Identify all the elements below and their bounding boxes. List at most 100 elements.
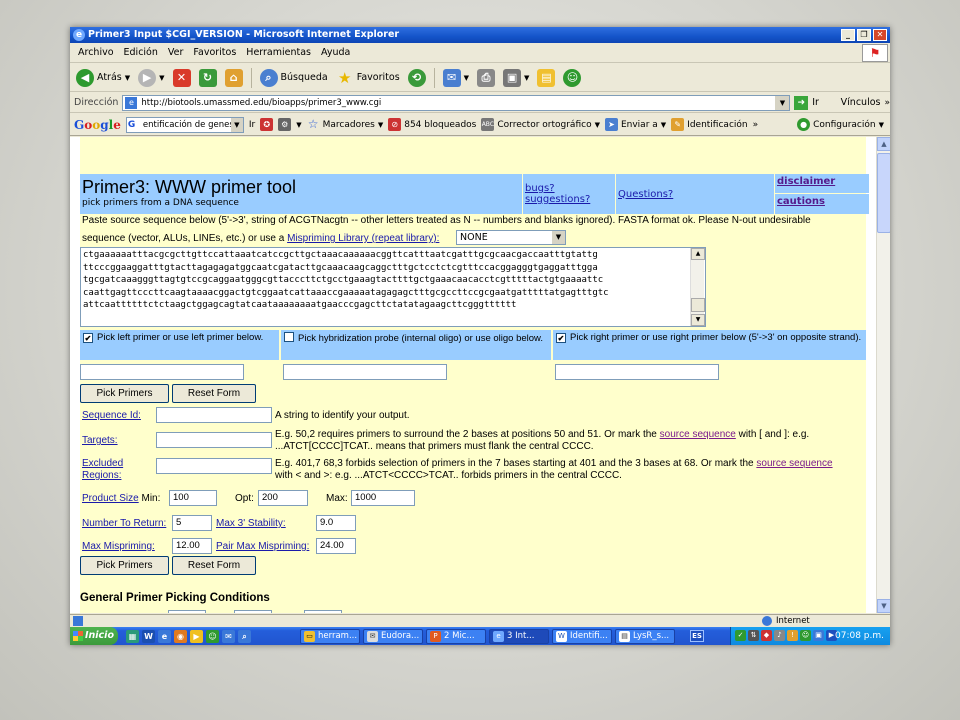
search-button[interactable]: ⌕ Búsqueda <box>258 66 330 90</box>
task-ie[interactable]: e3 Int... <box>489 629 549 644</box>
update-icon[interactable]: ! <box>787 630 798 641</box>
page-scrollbar[interactable]: ▲ ▼ <box>876 137 890 613</box>
history-button[interactable]: ⟲ <box>406 66 428 90</box>
notes-button[interactable]: ▤ <box>535 66 557 90</box>
scroll-thumb[interactable] <box>691 298 705 312</box>
spellcheck-button[interactable]: ABC Corrector ortográfico ▼ <box>481 118 600 131</box>
targets-source-sequence-link[interactable]: source sequence <box>660 429 736 440</box>
chevron-down-icon[interactable]: ▼ <box>552 231 565 244</box>
sequence-textarea[interactable]: ctgaaaaaatttacgcgcttgttccattaaatcatccgct… <box>80 247 706 327</box>
address-input[interactable]: e http://biotools.umassmed.edu/bioapps/p… <box>122 94 791 111</box>
mispriming-library-select[interactable]: NONE ▼ <box>456 230 566 245</box>
pick-primers-button-top[interactable]: Pick Primers <box>80 384 169 403</box>
messenger-tray-icon[interactable]: ☺ <box>800 630 811 641</box>
player-icon[interactable]: ▶ <box>190 630 203 643</box>
pick-right-checkbox[interactable]: ✔ <box>556 333 566 343</box>
menu-herramientas[interactable]: Herramientas <box>246 47 311 58</box>
product-max-input[interactable]: 1000 <box>351 490 415 506</box>
max3-stability-label[interactable]: Max 3' Stability: <box>216 518 286 530</box>
favorites-button[interactable]: ★ Favoritos <box>334 66 402 90</box>
mail-button[interactable]: ✉ ▼ <box>441 66 471 90</box>
scroll-down-icon[interactable]: ▼ <box>877 599 890 613</box>
sequence-id-label[interactable]: Sequence Id: <box>82 410 141 422</box>
product-min-input[interactable]: 100 <box>169 490 217 506</box>
menu-ver[interactable]: Ver <box>168 47 184 58</box>
sequence-scrollbar[interactable]: ▲ ▼ <box>690 248 705 326</box>
excluded-regions-input[interactable] <box>156 458 272 474</box>
ie-icon[interactable]: e <box>158 630 171 643</box>
messenger-icon[interactable]: ☺ <box>206 630 219 643</box>
google-go-button[interactable]: Ir <box>249 120 255 130</box>
start-button[interactable]: Inicio <box>70 627 118 645</box>
media-icon[interactable]: ◉ <box>174 630 187 643</box>
pair-max-mispriming-label[interactable]: Pair Max Mispriming: <box>216 541 309 553</box>
product-opt-input[interactable]: 200 <box>258 490 308 506</box>
pick-left-checkbox[interactable]: ✔ <box>83 333 93 343</box>
excluded-label-1[interactable]: Excluded <box>82 458 123 470</box>
google-logo[interactable]: Google <box>74 118 121 132</box>
language-indicator[interactable]: ES <box>690 630 704 642</box>
partial-input-1[interactable] <box>168 610 206 613</box>
pick-primers-button-bottom[interactable]: Pick Primers <box>80 556 169 575</box>
monitor-icon[interactable]: ▣ <box>813 630 824 641</box>
word-icon[interactable]: W <box>142 630 155 643</box>
stop-button[interactable]: ✕ <box>171 66 193 90</box>
menu-favoritos[interactable]: Favoritos <box>193 47 236 58</box>
num-return-input[interactable]: 5 <box>172 515 212 531</box>
menu-edicion[interactable]: Edición <box>124 47 158 58</box>
targets-input[interactable] <box>156 432 272 448</box>
excluded-source-sequence-link[interactable]: source sequence <box>756 458 832 469</box>
autofill-button[interactable]: ✎ Identificación <box>671 118 748 131</box>
network-icon[interactable]: ⇅ <box>748 630 759 641</box>
desktop-icon[interactable]: ▦ <box>126 630 139 643</box>
task-folder[interactable]: ▭ herram... <box>300 629 360 644</box>
reset-form-button-bottom[interactable]: Reset Form <box>172 556 256 575</box>
antivirus-icon[interactable]: ✓ <box>735 630 746 641</box>
go-button[interactable]: Ir <box>812 97 819 108</box>
excluded-label-2[interactable]: Regions: <box>82 470 121 482</box>
chevron-down-icon[interactable]: ▼ <box>296 121 301 129</box>
bookmarks-button[interactable]: ☆ Marcadores ▼ <box>307 118 383 131</box>
search-icon[interactable]: ⌕ <box>238 630 251 643</box>
max-mispriming-label[interactable]: Max Mispriming: <box>82 541 155 553</box>
home-button[interactable]: ⌂ <box>223 66 245 90</box>
pair-max-mispriming-input[interactable]: 24.00 <box>316 538 356 554</box>
back-button[interactable]: ◀ Atrás ▼ <box>74 66 132 90</box>
questions-link[interactable]: Questions? <box>618 189 673 200</box>
sequence-id-input[interactable] <box>156 407 272 423</box>
messenger-button[interactable]: ☺ <box>561 66 583 90</box>
left-primer-input[interactable] <box>80 364 244 380</box>
mispriming-library-link[interactable]: Mispriming Library (repeat library): <box>287 233 439 244</box>
task-powerpoint[interactable]: P2 Mic... <box>426 629 486 644</box>
max-mispriming-input[interactable]: 12.00 <box>172 538 212 554</box>
mail-icon[interactable]: ✉ <box>222 630 235 643</box>
volume-icon[interactable]: ♪ <box>774 630 785 641</box>
product-size-label[interactable]: Product Size <box>82 493 139 504</box>
menu-ayuda[interactable]: Ayuda <box>321 47 350 58</box>
menu-archivo[interactable]: Archivo <box>78 47 114 58</box>
popup-icon[interactable]: ✪ <box>260 118 274 131</box>
bugs-suggestions-link[interactable]: bugs? suggestions? <box>525 183 613 205</box>
refresh-button[interactable]: ↻ <box>197 66 219 90</box>
chevron-down-icon[interactable]: ▼ <box>775 95 790 110</box>
cautions-link[interactable]: cautions <box>777 196 825 207</box>
internal-oligo-input[interactable] <box>283 364 447 380</box>
chevron-right-icon[interactable]: » <box>884 98 890 108</box>
num-return-label[interactable]: Number To Return: <box>82 518 166 530</box>
tools-icon[interactable]: ⚙ <box>278 118 292 131</box>
scroll-down-icon[interactable]: ▼ <box>691 314 705 326</box>
minimize-button[interactable]: _ <box>841 29 855 41</box>
disclaimer-link[interactable]: disclaimer <box>777 176 835 187</box>
edit-button[interactable]: ▣ ▼ <box>501 66 531 90</box>
partial-input-3[interactable] <box>304 610 342 613</box>
send-to-button[interactable]: ➤ Enviar a ▼ <box>604 118 666 131</box>
chevron-down-icon[interactable]: ▼ <box>230 117 243 132</box>
google-search-input[interactable]: G entificación de genes ▼ <box>125 116 244 133</box>
go-arrow-icon[interactable]: ➜ <box>794 95 809 110</box>
links-button[interactable]: Vínculos <box>841 97 881 108</box>
close-button[interactable]: ✕ <box>873 29 887 41</box>
print-button[interactable]: ⎙ <box>475 66 497 90</box>
task-word[interactable]: W Identifi... <box>552 629 612 644</box>
popup-blocker-button[interactable]: ⊘ 854 bloqueados <box>388 118 476 131</box>
task-eudora[interactable]: ✉ Eudora... <box>363 629 423 644</box>
